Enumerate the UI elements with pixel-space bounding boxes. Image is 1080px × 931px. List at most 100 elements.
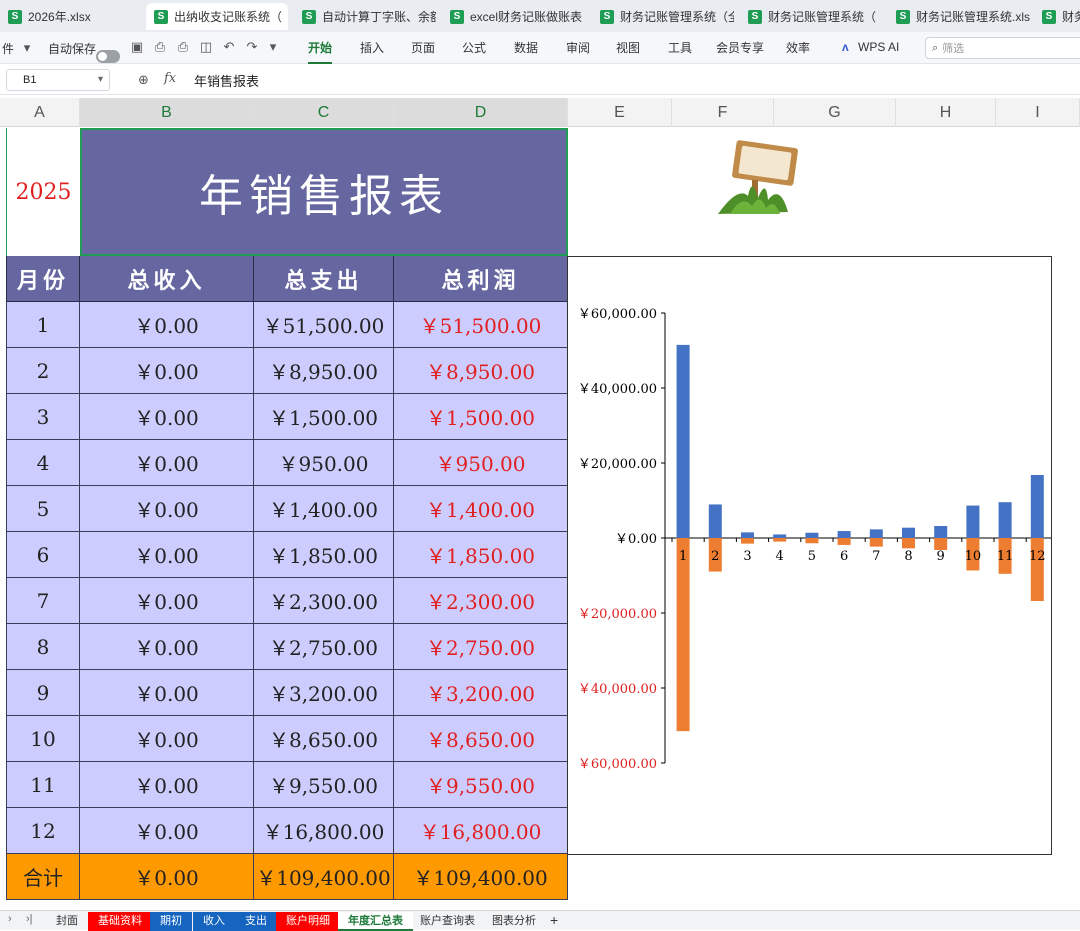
column-header-d[interactable]: D: [394, 98, 568, 127]
month-cell[interactable]: 9: [6, 670, 80, 716]
month-cell[interactable]: 11: [6, 762, 80, 808]
doc-tab[interactable]: S 财务记: [1034, 3, 1080, 30]
income-cell[interactable]: ￥0.00: [80, 302, 254, 348]
wps-ai-icon[interactable]: ʌ: [842, 40, 849, 54]
profit-cell[interactable]: ￥8,950.00: [394, 348, 568, 394]
month-cell[interactable]: 3: [6, 394, 80, 440]
month-cell[interactable]: 7: [6, 578, 80, 624]
expense-cell[interactable]: ￥1,500.00: [254, 394, 394, 440]
sheet-tab-expense[interactable]: 支出: [235, 912, 277, 931]
profit-cell[interactable]: ￥1,500.00: [394, 394, 568, 440]
profit-cell[interactable]: ￥3,200.00: [394, 670, 568, 716]
menu-efficiency[interactable]: 效率: [786, 32, 810, 64]
expense-cell[interactable]: ￥16,800.00: [254, 808, 394, 854]
month-cell[interactable]: 10: [6, 716, 80, 762]
income-cell[interactable]: ￥0.00: [80, 440, 254, 486]
profit-cell[interactable]: ￥950.00: [394, 440, 568, 486]
expense-cell[interactable]: ￥950.00: [254, 440, 394, 486]
name-box[interactable]: B1 ▾: [6, 69, 110, 91]
menu-tools[interactable]: 工具: [668, 32, 692, 64]
menu-member[interactable]: 会员专享: [716, 32, 764, 64]
report-title[interactable]: 年销售报表: [80, 128, 568, 256]
menu-insert[interactable]: 插入: [360, 32, 384, 64]
sheet-tab-account-detail[interactable]: 账户明细: [276, 912, 340, 931]
profit-cell[interactable]: ￥9,550.00: [394, 762, 568, 808]
doc-tab[interactable]: S 2026年.xlsx: [0, 3, 140, 30]
sheet-tab-opening[interactable]: 期初: [150, 912, 192, 931]
expense-cell[interactable]: ￥1,400.00: [254, 486, 394, 532]
income-cell[interactable]: ￥0.00: [80, 394, 254, 440]
income-cell[interactable]: ￥0.00: [80, 716, 254, 762]
column-header-f[interactable]: F: [672, 98, 774, 127]
month-cell[interactable]: 4: [6, 440, 80, 486]
income-cell[interactable]: ￥0.00: [80, 624, 254, 670]
formula-input[interactable]: 年销售报表: [194, 71, 259, 90]
expense-cell[interactable]: ￥8,950.00: [254, 348, 394, 394]
expense-cell[interactable]: ￥1,850.00: [254, 532, 394, 578]
column-header-h[interactable]: H: [896, 98, 996, 127]
total-label[interactable]: 合计: [6, 854, 80, 900]
income-cell[interactable]: ￥0.00: [80, 670, 254, 716]
month-cell[interactable]: 12: [6, 808, 80, 854]
search-input[interactable]: ⌕ 筛选: [925, 37, 1080, 59]
profit-cell[interactable]: ￥51,500.00: [394, 302, 568, 348]
wps-ai-button[interactable]: WPS AI: [858, 40, 899, 54]
total-profit[interactable]: ￥109,400.00: [394, 854, 568, 900]
column-header-a[interactable]: A: [0, 98, 80, 127]
doc-tab-active[interactable]: S出纳收支记账系统（●: [146, 3, 288, 30]
income-cell[interactable]: ￥0.00: [80, 486, 254, 532]
sheet-tab-income[interactable]: 收入: [193, 912, 235, 931]
column-header-i[interactable]: I: [996, 98, 1080, 127]
scroll-last-icon[interactable]: ›|: [26, 913, 33, 925]
zoom-search-icon[interactable]: ⊕: [138, 72, 149, 88]
header-month[interactable]: 月份: [6, 256, 80, 302]
month-cell[interactable]: 6: [6, 532, 80, 578]
month-cell[interactable]: 2: [6, 348, 80, 394]
sheet-tab-annual-summary[interactable]: 年度汇总表: [338, 912, 413, 931]
year-cell[interactable]: 2025: [6, 128, 80, 256]
month-cell[interactable]: 8: [6, 624, 80, 670]
menu-view[interactable]: 视图: [616, 32, 640, 64]
menu-review[interactable]: 审阅: [566, 32, 590, 64]
income-cell[interactable]: ￥0.00: [80, 808, 254, 854]
menu-formula[interactable]: 公式: [462, 32, 486, 64]
month-cell[interactable]: 5: [6, 486, 80, 532]
column-header-e[interactable]: E: [568, 98, 672, 127]
profit-cell[interactable]: ￥8,650.00: [394, 716, 568, 762]
expense-cell[interactable]: ￥9,550.00: [254, 762, 394, 808]
expense-cell[interactable]: ￥51,500.00: [254, 302, 394, 348]
menu-home[interactable]: 开始: [308, 32, 333, 64]
menu-data[interactable]: 数据: [514, 32, 538, 64]
column-header-g[interactable]: G: [774, 98, 896, 127]
expense-cell[interactable]: ￥8,650.00: [254, 716, 394, 762]
profit-cell[interactable]: ￥1,850.00: [394, 532, 568, 578]
sheet-tab-chart-analysis[interactable]: 图表分析: [482, 912, 546, 931]
profit-cell[interactable]: ￥2,300.00: [394, 578, 568, 624]
income-cell[interactable]: ￥0.00: [80, 348, 254, 394]
header-profit[interactable]: 总利润: [394, 256, 568, 302]
profit-chart[interactable]: ￥60,000.00 ￥40,000.00 ￥20,000.00 ￥0.00 ￥20,0…: [567, 256, 1059, 855]
add-sheet-icon[interactable]: +: [550, 912, 558, 928]
expense-cell[interactable]: ￥3,200.00: [254, 670, 394, 716]
doc-tab[interactable]: S 财务记账管理系统.xls: [888, 3, 1030, 30]
expense-cell[interactable]: ￥2,300.00: [254, 578, 394, 624]
income-cell[interactable]: ￥0.00: [80, 532, 254, 578]
doc-tab[interactable]: Sexcel财务记账做账表: [442, 3, 588, 30]
profit-cell[interactable]: ￥16,800.00: [394, 808, 568, 854]
scroll-first-icon[interactable]: ›: [8, 913, 12, 925]
month-cell[interactable]: 1: [6, 302, 80, 348]
sheet-tab-account-query[interactable]: 账户查询表: [410, 912, 485, 931]
profit-cell[interactable]: ￥1,400.00: [394, 486, 568, 532]
doc-tab[interactable]: S 自动计算丁字账、余额: [294, 3, 436, 30]
sheet-tab-cover[interactable]: 封面: [46, 912, 88, 931]
header-expense[interactable]: 总支出: [254, 256, 394, 302]
total-income[interactable]: ￥0.00: [80, 854, 254, 900]
total-expense[interactable]: ￥109,400.00: [254, 854, 394, 900]
income-cell[interactable]: ￥0.00: [80, 762, 254, 808]
sheet-tab-basic[interactable]: 基础资料: [88, 912, 152, 931]
profit-cell[interactable]: ￥2,750.00: [394, 624, 568, 670]
doc-tab[interactable]: S 财务记账管理系统（全: [592, 3, 734, 30]
header-income[interactable]: 总收入: [80, 256, 254, 302]
doc-tab[interactable]: S财务记账管理系统（●: [740, 3, 880, 30]
income-cell[interactable]: ￥0.00: [80, 578, 254, 624]
